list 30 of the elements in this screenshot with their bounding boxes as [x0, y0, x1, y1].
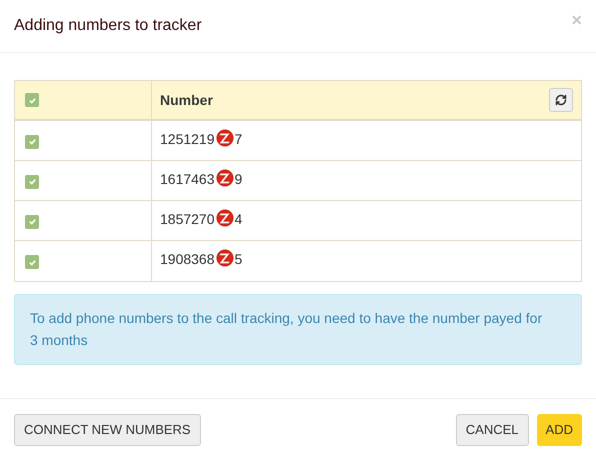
notice-text: To add phone numbers to the call tracking, you need to have the number payed for 3 months	[30, 309, 544, 350]
number-start: 1908368	[160, 250, 215, 269]
number-end: 9	[234, 170, 242, 189]
number-end: 5	[234, 250, 242, 269]
refresh-button[interactable]	[549, 88, 573, 112]
logo-icon	[216, 169, 234, 187]
number-end: 7	[234, 130, 242, 149]
logo-icon	[216, 129, 234, 147]
checkbox[interactable]	[25, 255, 39, 269]
checkbox[interactable]	[25, 214, 39, 228]
logo-icon	[216, 249, 234, 267]
column-header: Number	[160, 90, 213, 110]
dialog-title: Adding numbers to tracker	[14, 16, 202, 36]
checkbox[interactable]	[25, 134, 39, 148]
check-icon	[28, 177, 36, 186]
connect-button[interactable]: CONNECT NEW NUMBERS	[14, 414, 201, 446]
cancel-button[interactable]: CANCEL	[456, 414, 529, 446]
logo-icon	[216, 209, 234, 227]
checkbox[interactable]	[25, 174, 39, 188]
number-start: 1617463	[160, 170, 215, 189]
check-icon	[28, 137, 36, 146]
number-start: 1857270	[160, 210, 215, 229]
add-button[interactable]: ADD	[536, 414, 582, 446]
check-icon	[28, 217, 36, 226]
refresh-icon	[555, 94, 567, 106]
check-icon	[28, 96, 36, 104]
number-start: 1251219	[160, 130, 215, 149]
number-end: 4	[234, 210, 242, 229]
check-icon	[28, 258, 36, 266]
checkbox[interactable]	[25, 93, 39, 107]
